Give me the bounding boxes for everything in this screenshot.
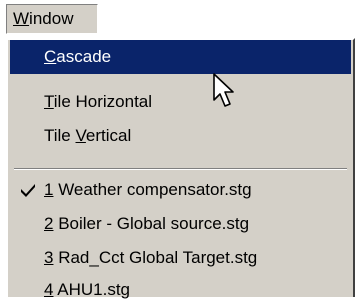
accel-v: V bbox=[75, 126, 86, 145]
menu-item-window-2[interactable]: 2 Boiler - Global source.stg bbox=[10, 207, 351, 241]
menu-item-window-3[interactable]: 3 Rad_Cct Global Target.stg bbox=[10, 241, 351, 275]
window-menu-label: indow bbox=[29, 9, 74, 28]
menu-item-window-1-label: 1 Weather compensator.stg bbox=[44, 180, 252, 199]
menu-item-tile-vertical[interactable]: Tile Vertical bbox=[10, 119, 351, 153]
accel-t: T bbox=[44, 92, 54, 111]
menu-item-cascade[interactable]: Cascade bbox=[10, 40, 351, 74]
menu-item-tile-horizontal-label: Tile Horizontal bbox=[44, 92, 153, 111]
menu-item-window-3-label: 3 Rad_Cct Global Target.stg bbox=[44, 248, 258, 267]
menu-item-window-4-label: 4 AHU1.stg bbox=[44, 280, 131, 299]
window-menu-title[interactable]: Window bbox=[6, 4, 98, 34]
menu-item-tile-horizontal[interactable]: Tile Horizontal bbox=[10, 85, 351, 119]
accel-c: C bbox=[44, 47, 57, 66]
menu-bar: Window bbox=[0, 0, 355, 40]
menu-item-window-2-label: 2 Boiler - Global source.stg bbox=[44, 214, 250, 233]
window-menu-accel: W bbox=[13, 9, 30, 28]
menu-item-window-1[interactable]: 1 Weather compensator.stg bbox=[10, 173, 351, 207]
menu-item-cascade-label: Cascade bbox=[44, 47, 112, 66]
menu-item-tile-vertical-label: Tile Vertical bbox=[44, 126, 132, 145]
check-icon bbox=[21, 184, 35, 197]
menu-item-window-4[interactable]: 4 AHU1.stg bbox=[10, 273, 351, 307]
window-menu-dropdown: Cascade Tile Horizontal Tile Vertical 1 … bbox=[6, 38, 355, 299]
menu-separator bbox=[14, 168, 347, 170]
